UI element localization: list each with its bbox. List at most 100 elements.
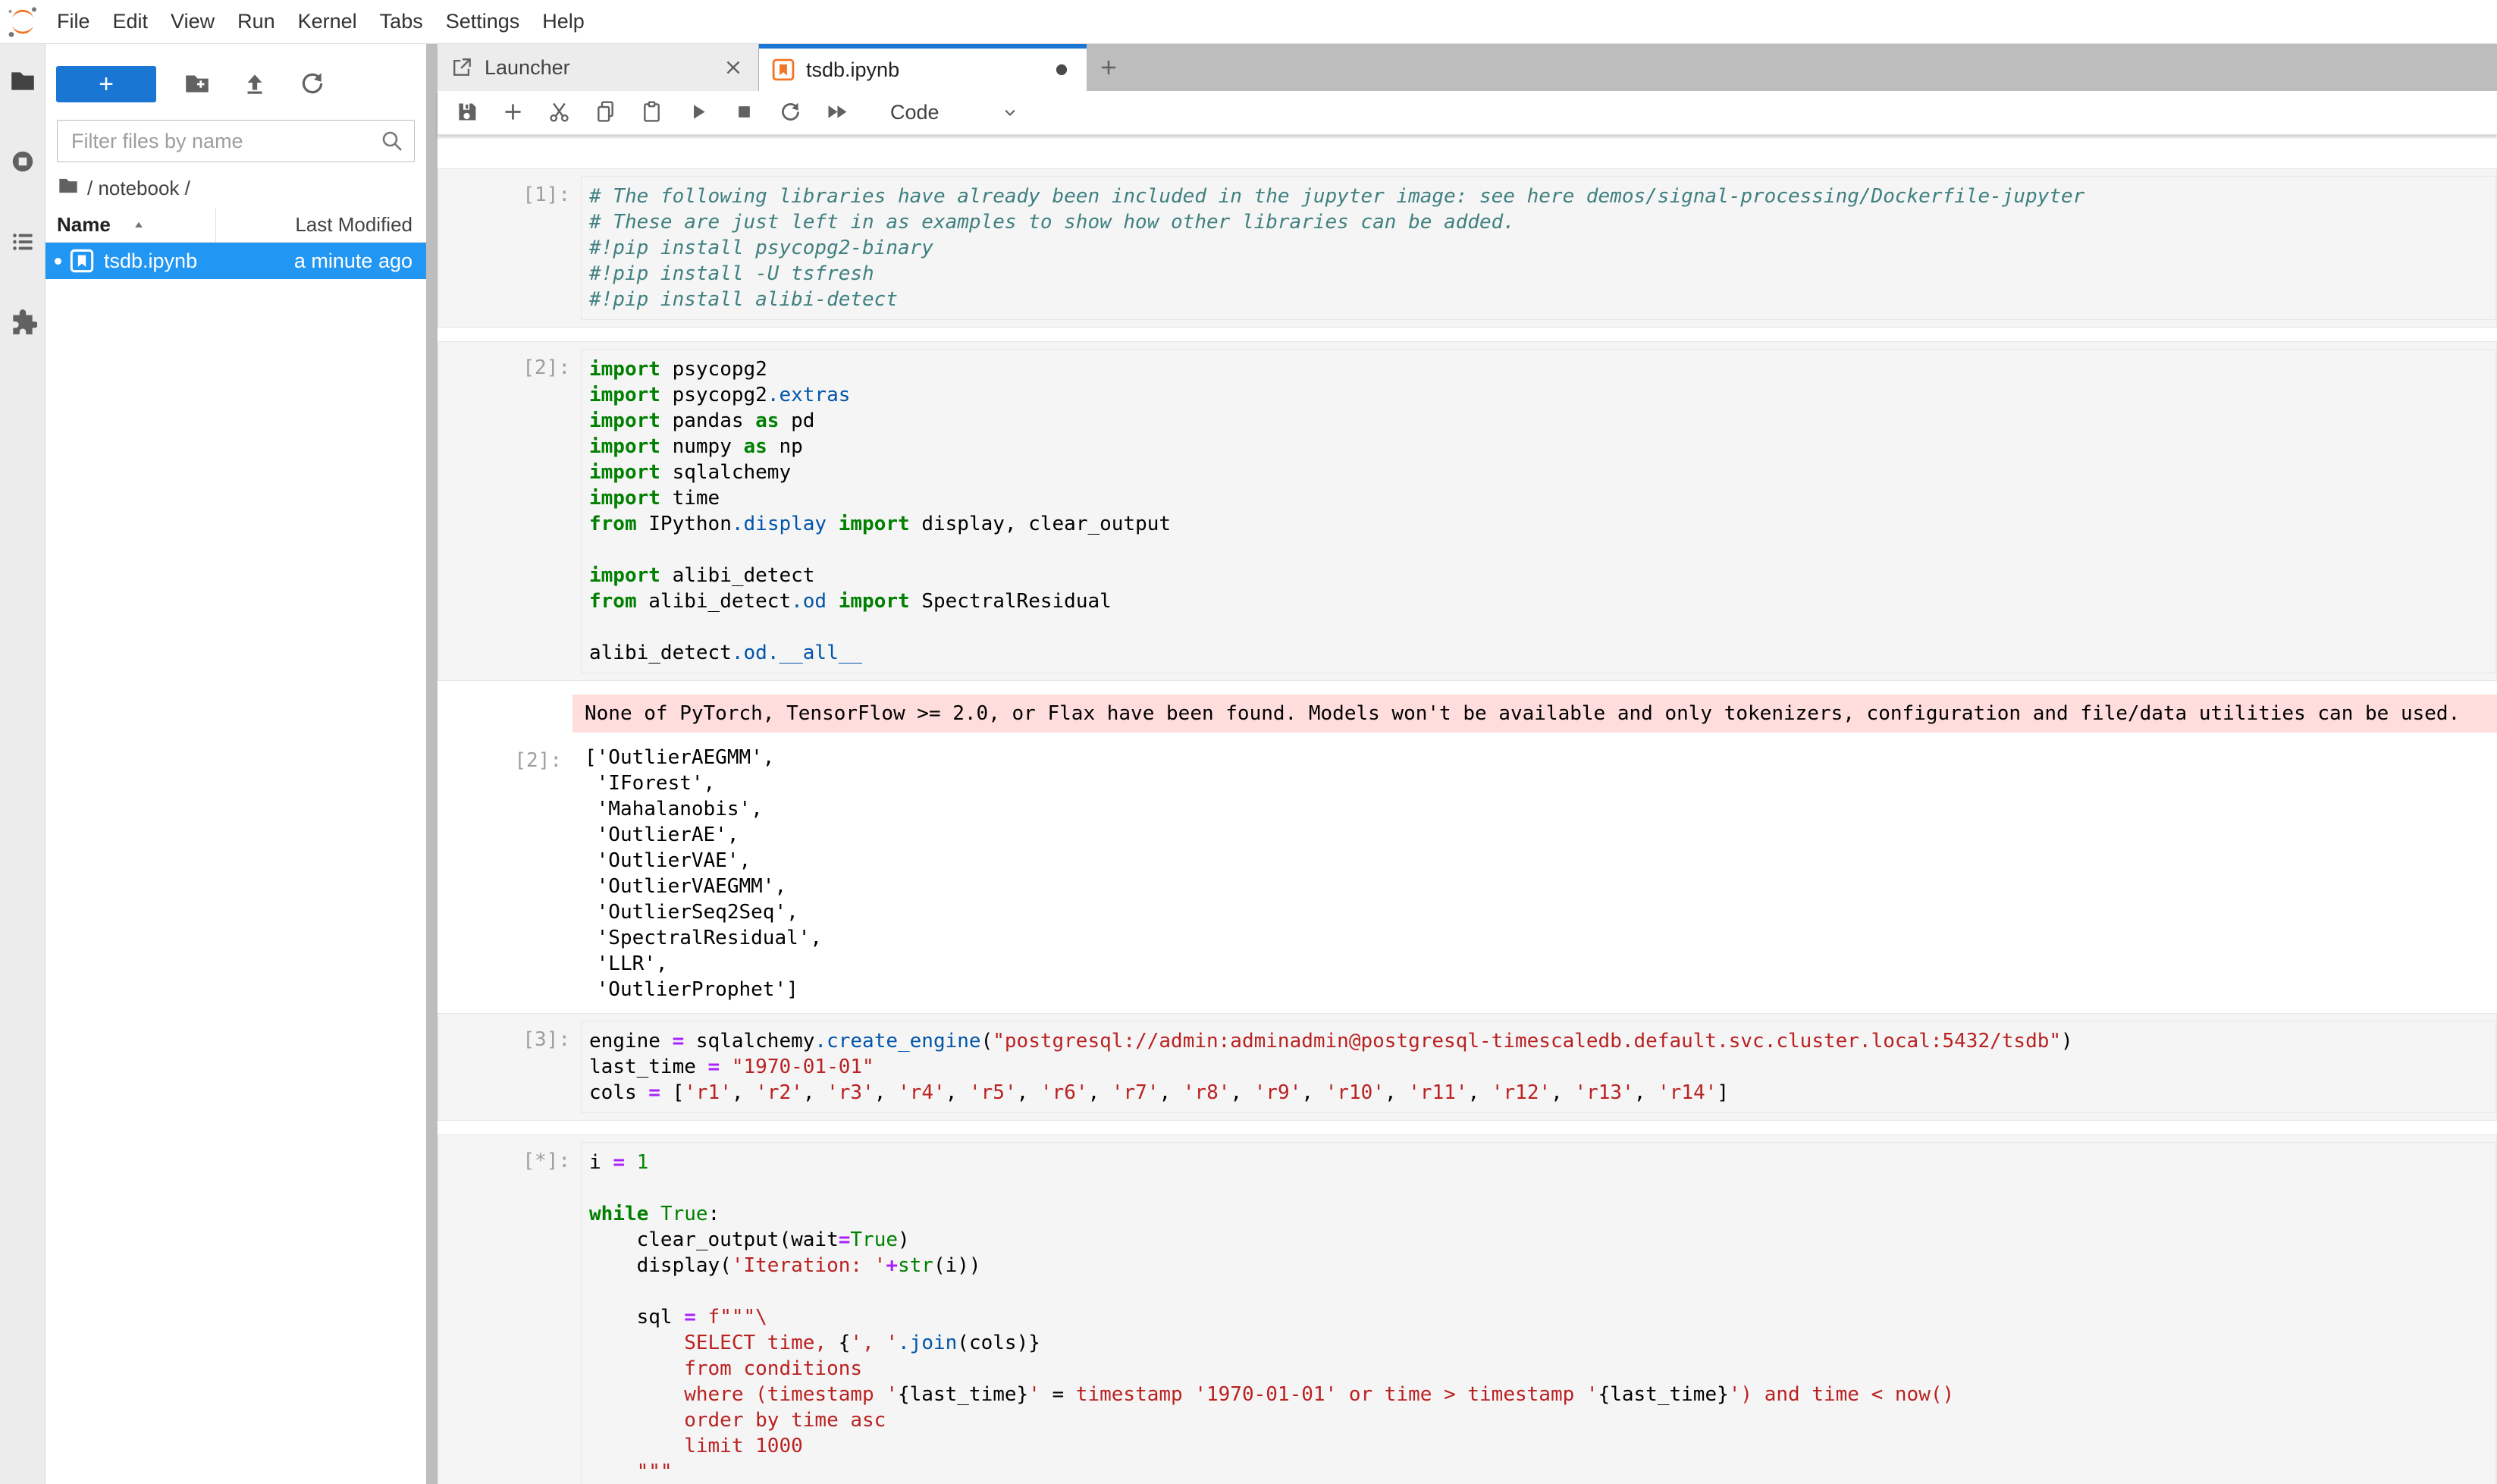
cell-editor[interactable]: i = 1 while True: clear_output(wait=True…: [581, 1142, 2496, 1484]
output-line: ['OutlierAEGMM',: [585, 745, 2497, 770]
sort-ascending-icon: [130, 217, 147, 234]
sidebar-tab-running-sessions[interactable]: [8, 147, 38, 177]
file-browser-actions: [156, 67, 329, 101]
upload-icon: [240, 69, 269, 100]
menu-kernel[interactable]: Kernel: [287, 10, 369, 33]
sidebar-tab-file-browser[interactable]: [8, 67, 38, 97]
cell-type-label: Code: [890, 101, 940, 124]
tab-tsdb-ipynb[interactable]: tsdb.ipynb: [759, 44, 1087, 91]
cell-prompt: [1]:: [446, 176, 581, 320]
new-launcher-button[interactable]: +: [56, 66, 156, 102]
output-line: 'IForest',: [585, 770, 2497, 796]
restart-and-run-all-button[interactable]: [821, 98, 852, 128]
filter-files-input[interactable]: [57, 120, 415, 162]
interrupt-kernel-button[interactable]: [729, 98, 759, 128]
menu-settings[interactable]: Settings: [434, 10, 532, 33]
output-line: 'LLR',: [585, 951, 2497, 977]
code-line: """: [589, 1459, 2495, 1484]
code-line: [589, 1278, 2495, 1304]
menu-tabs[interactable]: Tabs: [369, 10, 434, 33]
new-folder-button[interactable]: [180, 67, 214, 101]
refresh-icon: [298, 69, 327, 100]
run-cell-button[interactable]: [682, 98, 713, 128]
file-filter: [57, 120, 415, 162]
code-line: last_time = "1970-01-01": [589, 1054, 2495, 1080]
file-row[interactable]: tsdb.ipynba minute ago: [45, 243, 426, 279]
column-header-name[interactable]: Name: [45, 208, 216, 242]
output-line: 'Mahalanobis',: [585, 796, 2497, 822]
file-list-header: Name Last Modified: [45, 208, 426, 243]
add-tab-button[interactable]: [1087, 44, 1131, 91]
code-line: limit 1000: [589, 1433, 2495, 1459]
breadcrumb[interactable]: / notebook /: [45, 168, 426, 208]
code-line: from alibi_detect.od import SpectralResi…: [589, 588, 2495, 614]
menu-file[interactable]: File: [45, 10, 102, 33]
stderr-line: None of PyTorch, TensorFlow >= 2.0, or F…: [585, 701, 2497, 726]
dirty-indicator[interactable]: [1049, 57, 1074, 83]
column-header-last-modified[interactable]: Last Modified: [216, 213, 426, 237]
search-icon: [378, 127, 406, 155]
file-browser-toolbar: +: [45, 58, 426, 111]
cut-cells-button[interactable]: [544, 98, 574, 128]
menu-help[interactable]: Help: [531, 10, 596, 33]
save-icon: [454, 99, 479, 127]
code-line: # These are just left in as examples to …: [589, 209, 2495, 235]
paste-icon: [639, 99, 664, 127]
new-folder-icon: [183, 69, 212, 100]
cell-editor[interactable]: # The following libraries have already b…: [581, 176, 2496, 320]
code-line: cols = ['r1', 'r2', 'r3', 'r4', 'r5', 'r…: [589, 1080, 2495, 1106]
cell-prompt: [*]:: [446, 1142, 581, 1484]
sidebar-tab-table-of-contents[interactable]: [8, 227, 38, 258]
code-line: SELECT time, {', '.join(cols)}: [589, 1330, 2495, 1356]
stop-icon: [732, 99, 757, 127]
main-dock-panel: Launchertsdb.ipynb Code [1]:# The follow…: [438, 44, 2497, 1484]
cell-editor[interactable]: import psycopg2import psycopg2.extrasimp…: [581, 349, 2496, 673]
code-line: display('Iteration: '+str(i)): [589, 1253, 2495, 1278]
menu-items: FileEditViewRunKernelTabsSettingsHelp: [45, 10, 596, 33]
code-line: order by time asc: [589, 1407, 2495, 1433]
code-line: from conditions: [589, 1356, 2495, 1382]
dirty-file-indicator: [55, 258, 61, 265]
notebook-file-icon: [69, 248, 95, 274]
folder-icon: [8, 67, 37, 98]
activity-bar: [0, 44, 45, 1484]
cell-type-dropdown[interactable]: Code: [884, 96, 1027, 130]
notebook-toolbar: Code: [438, 91, 2497, 135]
close-tab-icon[interactable]: [720, 55, 746, 80]
copy-icon: [593, 99, 618, 127]
sidebar-tab-extension-manager[interactable]: [8, 308, 38, 338]
code-line: clear_output(wait=True): [589, 1227, 2495, 1253]
upload-files-button[interactable]: [238, 67, 271, 101]
restart-kernel-button[interactable]: [775, 98, 805, 128]
file-list: tsdb.ipynba minute ago: [45, 243, 426, 279]
menu-run[interactable]: Run: [226, 10, 287, 33]
code-line: [589, 614, 2495, 640]
folder-icon: [57, 174, 80, 202]
breadcrumb-path[interactable]: / notebook /: [87, 177, 190, 200]
code-line: engine = sqlalchemy.create_engine("postg…: [589, 1028, 2495, 1054]
code-line: i = 1: [589, 1150, 2495, 1175]
code-line: while True:: [589, 1201, 2495, 1227]
cell-prompt: [438, 695, 572, 733]
save-notebook-button[interactable]: [451, 98, 482, 128]
menu-view[interactable]: View: [159, 10, 226, 33]
menu-edit[interactable]: Edit: [102, 10, 160, 33]
name-column-label: Name: [57, 213, 111, 237]
paste-cells-button[interactable]: [636, 98, 667, 128]
sidebar-resize-handle[interactable]: [426, 44, 438, 1484]
refresh-file-list-button[interactable]: [296, 67, 329, 101]
stderr-output: None of PyTorch, TensorFlow >= 2.0, or F…: [572, 695, 2497, 733]
cell-prompt: [3]:: [446, 1021, 581, 1113]
output-line: 'OutlierProphet']: [585, 977, 2497, 1002]
puzzle-icon: [8, 308, 37, 339]
tab-launcher[interactable]: Launcher: [438, 44, 759, 91]
code-line: import time: [589, 485, 2495, 511]
cell-editor[interactable]: engine = sqlalchemy.create_engine("postg…: [581, 1021, 2496, 1113]
insert-cell-below-button[interactable]: [497, 98, 528, 128]
code-line: import sqlalchemy: [589, 460, 2495, 485]
file-last-modified: a minute ago: [294, 249, 426, 273]
jupyterlab-window: FileEditViewRunKernelTabsSettingsHelp + …: [0, 0, 2497, 1484]
copy-cells-button[interactable]: [590, 98, 620, 128]
output-line: 'OutlierVAE',: [585, 848, 2497, 874]
run-icon: [685, 99, 711, 127]
